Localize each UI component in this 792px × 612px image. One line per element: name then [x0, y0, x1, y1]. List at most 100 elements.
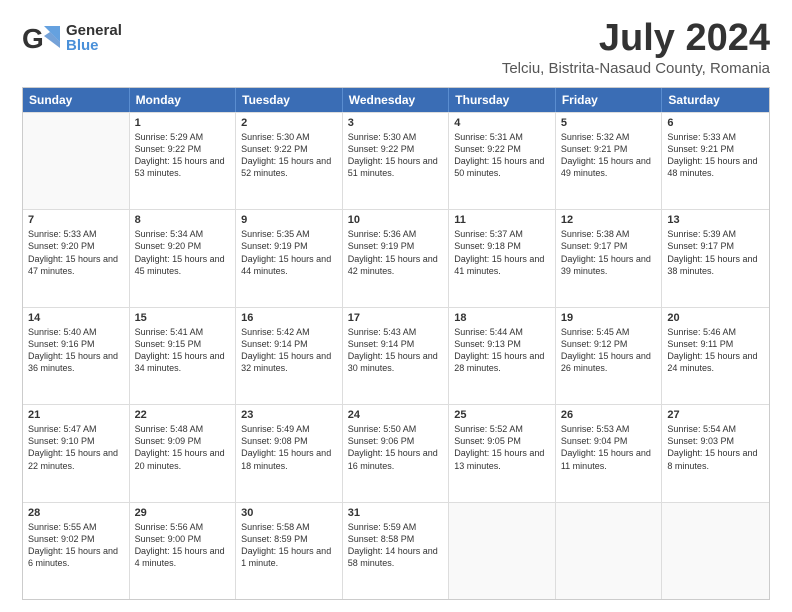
- day-number: 10: [348, 214, 444, 226]
- cell-info: Sunrise: 5:48 AMSunset: 9:09 PMDaylight:…: [135, 423, 231, 472]
- calendar-cell: 23 Sunrise: 5:49 AMSunset: 9:08 PMDayligh…: [236, 405, 343, 501]
- day-number: 27: [667, 409, 764, 421]
- calendar-cell: 2 Sunrise: 5:30 AMSunset: 9:22 PMDaylight…: [236, 113, 343, 209]
- day-number: 24: [348, 409, 444, 421]
- calendar-week: 28 Sunrise: 5:55 AMSunset: 9:02 PMDayligh…: [23, 502, 769, 599]
- day-number: 12: [561, 214, 657, 226]
- calendar-cell: [556, 503, 663, 599]
- calendar-day-header: Wednesday: [343, 88, 450, 112]
- calendar-day-header: Sunday: [23, 88, 130, 112]
- calendar-body: 1Sunrise: 5:29 AMSunset: 9:22 PMDaylight…: [23, 112, 769, 599]
- calendar-week: 7 Sunrise: 5:33 AMSunset: 9:20 PMDaylight…: [23, 209, 769, 306]
- cell-info: Sunrise: 5:30 AMSunset: 9:22 PMDaylight:…: [348, 131, 444, 180]
- calendar-title: July 2024: [502, 18, 770, 60]
- day-number: 29: [135, 507, 231, 519]
- calendar-cell: 30 Sunrise: 5:58 AMSunset: 8:59 PMDayligh…: [236, 503, 343, 599]
- title-block: July 2024 Telciu, Bistrita-Nasaud County…: [502, 18, 770, 77]
- calendar: SundayMondayTuesdayWednesdayThursdayFrid…: [22, 87, 770, 600]
- calendar-cell: 18 Sunrise: 5:44 AMSunset: 9:13 PMDayligh…: [449, 308, 556, 404]
- cell-info: Sunrise: 5:43 AMSunset: 9:14 PMDaylight:…: [348, 326, 444, 375]
- calendar-cell: 12 Sunrise: 5:38 AMSunset: 9:17 PMDayligh…: [556, 210, 663, 306]
- cell-info: Sunrise: 5:50 AMSunset: 9:06 PMDaylight:…: [348, 423, 444, 472]
- cell-info: Sunrise: 5:33 AMSunset: 9:21 PMDaylight:…: [667, 131, 764, 180]
- calendar-header: SundayMondayTuesdayWednesdayThursdayFrid…: [23, 88, 769, 112]
- cell-info: Sunrise: 5:47 AMSunset: 9:10 PMDaylight:…: [28, 423, 124, 472]
- cell-info: Sunrise: 5:46 AMSunset: 9:11 PMDaylight:…: [667, 326, 764, 375]
- cell-info: Sunrise: 5:38 AMSunset: 9:17 PMDaylight:…: [561, 228, 657, 277]
- day-number: 23: [241, 409, 337, 421]
- calendar-cell: 24 Sunrise: 5:50 AMSunset: 9:06 PMDayligh…: [343, 405, 450, 501]
- logo-text: General Blue: [66, 23, 122, 53]
- day-number: 11: [454, 214, 550, 226]
- day-number: 7: [28, 214, 124, 226]
- cell-info: Sunrise: 5:32 AMSunset: 9:21 PMDaylight:…: [561, 131, 657, 180]
- day-number: 3: [348, 117, 444, 129]
- cell-info: Sunrise: 5:37 AMSunset: 9:18 PMDaylight:…: [454, 228, 550, 277]
- day-number: 2: [241, 117, 337, 129]
- calendar-week: 1Sunrise: 5:29 AMSunset: 9:22 PMDaylight…: [23, 112, 769, 209]
- logo-general: General: [66, 23, 122, 38]
- cell-info: Sunrise: 5:35 AMSunset: 9:19 PMDaylight:…: [241, 228, 337, 277]
- day-number: 8: [135, 214, 231, 226]
- logo-icon: G: [22, 18, 66, 58]
- calendar-week: 21 Sunrise: 5:47 AMSunset: 9:10 PMDayligh…: [23, 404, 769, 501]
- calendar-cell: 17 Sunrise: 5:43 AMSunset: 9:14 PMDayligh…: [343, 308, 450, 404]
- day-number: 28: [28, 507, 124, 519]
- day-number: 21: [28, 409, 124, 421]
- day-number: 14: [28, 312, 124, 324]
- calendar-cell: 31 Sunrise: 5:59 AMSunset: 8:58 PMDayligh…: [343, 503, 450, 599]
- cell-info: Sunrise: 5:58 AMSunset: 8:59 PMDaylight:…: [241, 521, 337, 570]
- cell-info: Sunrise: 5:59 AMSunset: 8:58 PMDaylight:…: [348, 521, 444, 570]
- calendar-cell: 8 Sunrise: 5:34 AMSunset: 9:20 PMDaylight…: [130, 210, 237, 306]
- cell-info: Sunrise: 5:36 AMSunset: 9:19 PMDaylight:…: [348, 228, 444, 277]
- day-number: 31: [348, 507, 444, 519]
- cell-info: Sunrise: 5:55 AMSunset: 9:02 PMDaylight:…: [28, 521, 124, 570]
- day-number: 26: [561, 409, 657, 421]
- calendar-cell: 6 Sunrise: 5:33 AMSunset: 9:21 PMDaylight…: [662, 113, 769, 209]
- cell-info: Sunrise: 5:54 AMSunset: 9:03 PMDaylight:…: [667, 423, 764, 472]
- header: G General Blue July 2024 Telciu, Bistrit…: [22, 18, 770, 77]
- day-number: 15: [135, 312, 231, 324]
- calendar-cell: 27 Sunrise: 5:54 AMSunset: 9:03 PMDayligh…: [662, 405, 769, 501]
- calendar-cell: 1Sunrise: 5:29 AMSunset: 9:22 PMDaylight…: [130, 113, 237, 209]
- cell-info: Sunrise: 5:44 AMSunset: 9:13 PMDaylight:…: [454, 326, 550, 375]
- day-number: 18: [454, 312, 550, 324]
- page: G General Blue July 2024 Telciu, Bistrit…: [0, 0, 792, 612]
- calendar-cell: [23, 113, 130, 209]
- calendar-cell: 19 Sunrise: 5:45 AMSunset: 9:12 PMDayligh…: [556, 308, 663, 404]
- cell-info: Sunrise: 5:30 AMSunset: 9:22 PMDaylight:…: [241, 131, 337, 180]
- calendar-cell: 7 Sunrise: 5:33 AMSunset: 9:20 PMDaylight…: [23, 210, 130, 306]
- day-number: 4: [454, 117, 550, 129]
- day-number: 30: [241, 507, 337, 519]
- svg-text:G: G: [22, 23, 44, 54]
- logo: G General Blue: [22, 18, 122, 58]
- calendar-cell: 15Sunrise: 5:41 AMSunset: 9:15 PMDayligh…: [130, 308, 237, 404]
- calendar-cell: 13Sunrise: 5:39 AMSunset: 9:17 PMDayligh…: [662, 210, 769, 306]
- calendar-day-header: Friday: [556, 88, 663, 112]
- cell-info: Sunrise: 5:34 AMSunset: 9:20 PMDaylight:…: [135, 228, 231, 277]
- day-number: 22: [135, 409, 231, 421]
- day-number: 6: [667, 117, 764, 129]
- day-number: 17: [348, 312, 444, 324]
- cell-info: Sunrise: 5:45 AMSunset: 9:12 PMDaylight:…: [561, 326, 657, 375]
- calendar-cell: 9Sunrise: 5:35 AMSunset: 9:19 PMDaylight…: [236, 210, 343, 306]
- cell-info: Sunrise: 5:52 AMSunset: 9:05 PMDaylight:…: [454, 423, 550, 472]
- calendar-cell: 21 Sunrise: 5:47 AMSunset: 9:10 PMDayligh…: [23, 405, 130, 501]
- calendar-cell: 26Sunrise: 5:53 AMSunset: 9:04 PMDayligh…: [556, 405, 663, 501]
- day-number: 20: [667, 312, 764, 324]
- calendar-cell: [662, 503, 769, 599]
- cell-info: Sunrise: 5:42 AMSunset: 9:14 PMDaylight:…: [241, 326, 337, 375]
- calendar-cell: 22 Sunrise: 5:48 AMSunset: 9:09 PMDayligh…: [130, 405, 237, 501]
- calendar-cell: 16Sunrise: 5:42 AMSunset: 9:14 PMDayligh…: [236, 308, 343, 404]
- calendar-cell: 28 Sunrise: 5:55 AMSunset: 9:02 PMDayligh…: [23, 503, 130, 599]
- calendar-day-header: Thursday: [449, 88, 556, 112]
- calendar-cell: [449, 503, 556, 599]
- day-number: 19: [561, 312, 657, 324]
- calendar-cell: 3 Sunrise: 5:30 AMSunset: 9:22 PMDaylight…: [343, 113, 450, 209]
- cell-info: Sunrise: 5:29 AMSunset: 9:22 PMDaylight:…: [135, 131, 231, 180]
- cell-info: Sunrise: 5:49 AMSunset: 9:08 PMDaylight:…: [241, 423, 337, 472]
- cell-info: Sunrise: 5:31 AMSunset: 9:22 PMDaylight:…: [454, 131, 550, 180]
- cell-info: Sunrise: 5:33 AMSunset: 9:20 PMDaylight:…: [28, 228, 124, 277]
- calendar-cell: 29Sunrise: 5:56 AMSunset: 9:00 PMDayligh…: [130, 503, 237, 599]
- calendar-day-header: Tuesday: [236, 88, 343, 112]
